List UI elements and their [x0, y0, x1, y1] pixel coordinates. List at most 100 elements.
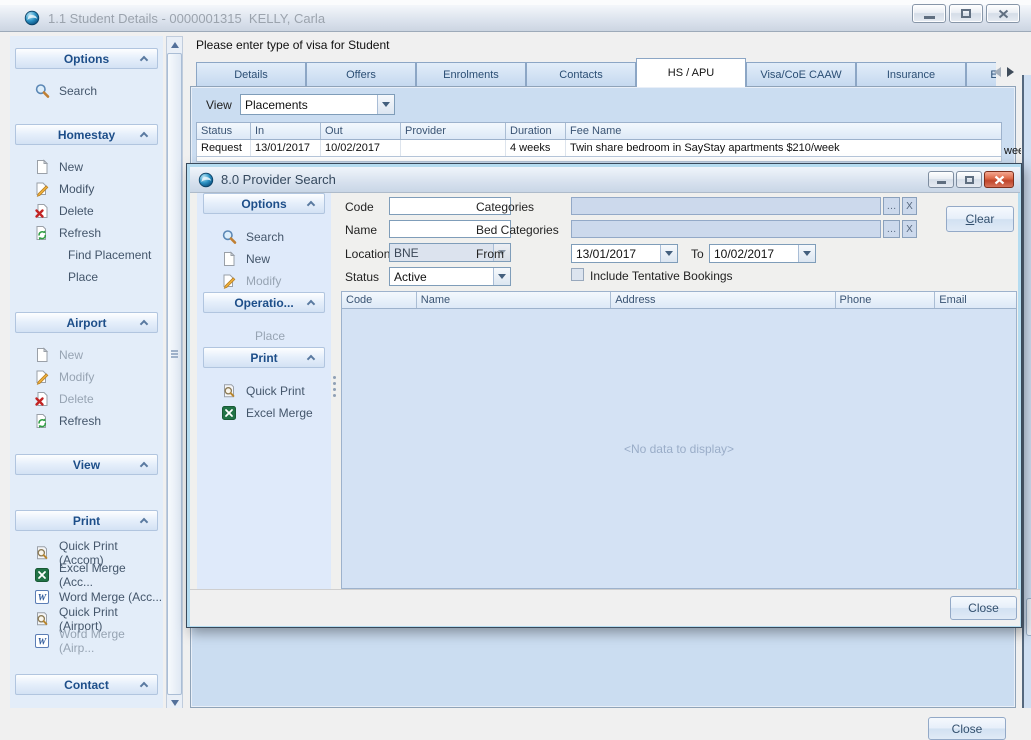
scrollbar-thumb[interactable]	[167, 53, 182, 695]
dialog-minimize-button[interactable]	[928, 171, 954, 188]
close-icon	[994, 175, 1005, 185]
column-header-address[interactable]: Address	[611, 292, 835, 308]
app-icon	[24, 10, 40, 26]
close-icon	[998, 9, 1009, 19]
chevron-down-icon	[665, 251, 673, 256]
section-title: Homestay	[58, 128, 115, 142]
results-grid-header[interactable]: Code Name Address Phone Email	[341, 291, 1017, 309]
sidebar-scrollbar[interactable]	[166, 36, 183, 712]
from-date-picker[interactable]: 13/01/2017	[571, 244, 678, 263]
dialog-item-excel-merge[interactable]: Excel Merge	[197, 402, 331, 424]
dropdown-arrow-button[interactable]	[377, 95, 394, 114]
sidebar-section-contact[interactable]: Contact	[15, 674, 158, 695]
tab-contacts[interactable]: Contacts	[526, 62, 636, 87]
tab-strip: Details Offers Enrolments Contacts HS / …	[196, 58, 996, 87]
dialog-section-operations[interactable]: Operatio...	[203, 292, 325, 313]
main-close-window-button[interactable]	[986, 4, 1020, 23]
dialog-section-print[interactable]: Print	[203, 347, 325, 368]
categories-clear-button[interactable]: X	[902, 197, 917, 215]
column-header-status[interactable]: Status	[197, 123, 251, 139]
dropdown-arrow-button[interactable]	[493, 268, 510, 285]
section-title: Print	[73, 514, 100, 528]
sidebar-item-homestay-delete[interactable]: Delete	[10, 200, 163, 222]
categories-ellipsis-button[interactable]: …	[883, 197, 900, 215]
view-dropdown[interactable]: Placements	[240, 94, 395, 115]
dialog-close-button[interactable]: Close	[950, 596, 1017, 620]
sidebar-section-view[interactable]: View	[15, 454, 158, 475]
dialog-item-modify[interactable]: Modify	[197, 270, 331, 292]
sidebar-item-word-merge-airport[interactable]: W Word Merge (Airp...	[10, 630, 163, 652]
sidebar-item-airport-refresh[interactable]: Refresh	[10, 410, 163, 432]
view-dropdown-value: Placements	[241, 98, 377, 112]
tab-employment[interactable]: Employment	[966, 62, 996, 87]
tab-scroll-right-icon[interactable]	[1007, 67, 1014, 77]
delete-icon	[34, 391, 50, 407]
tab-enrolments[interactable]: Enrolments	[416, 62, 526, 87]
sidebar-section-homestay[interactable]: Homestay	[15, 124, 158, 145]
dialog-title: 8.0 Provider Search	[221, 172, 336, 187]
column-header-phone[interactable]: Phone	[836, 292, 936, 308]
clear-button[interactable]: Clear	[946, 206, 1014, 232]
sidebar-item-search[interactable]: Search	[10, 80, 163, 102]
dialog-item-place[interactable]: Place	[197, 325, 331, 347]
sidebar-section-print[interactable]: Print	[15, 510, 158, 531]
view-label: View	[206, 98, 232, 112]
dialog-close-window-button[interactable]	[984, 171, 1014, 188]
main-maximize-button[interactable]	[949, 4, 983, 23]
dialog-maximize-button[interactable]	[956, 171, 982, 188]
column-header-duration[interactable]: Duration	[506, 123, 566, 139]
column-header-email[interactable]: Email	[935, 292, 1016, 308]
tab-visa-coe-caaw[interactable]: Visa/CoE CAAW	[746, 62, 856, 87]
splitter-handle[interactable]	[333, 376, 336, 379]
column-header-in[interactable]: In	[251, 123, 321, 139]
column-header-name[interactable]: Name	[417, 292, 611, 308]
chevron-up-icon	[140, 132, 148, 140]
column-header-fee-name[interactable]: Fee Name	[566, 123, 1001, 139]
sidebar-item-airport-modify[interactable]: Modify	[10, 366, 163, 388]
sidebar-item-place[interactable]: Place	[10, 266, 163, 288]
sidebar-section-options[interactable]: Options	[15, 48, 158, 69]
sidebar-item-homestay-new[interactable]: New	[10, 156, 163, 178]
sidebar-item-homestay-modify[interactable]: Modify	[10, 178, 163, 200]
delete-icon	[34, 203, 50, 219]
to-date-picker[interactable]: 10/02/2017	[709, 244, 816, 263]
dialog-item-search[interactable]: Search	[197, 226, 331, 248]
sidebar-item-airport-delete[interactable]: Delete	[10, 388, 163, 410]
tab-insurance[interactable]: Insurance	[856, 62, 966, 87]
column-header-provider[interactable]: Provider	[401, 123, 506, 139]
tab-details[interactable]: Details	[196, 62, 306, 87]
categories-field[interactable]	[571, 197, 881, 215]
column-header-out[interactable]: Out	[321, 123, 401, 139]
dropdown-arrow-button[interactable]	[660, 245, 677, 262]
sidebar-item-airport-new[interactable]: New	[10, 344, 163, 366]
section-title: Options	[241, 197, 286, 211]
bed-categories-ellipsis-button[interactable]: …	[883, 220, 900, 238]
dialog-item-new[interactable]: New	[197, 248, 331, 270]
status-dropdown[interactable]: Active	[389, 267, 511, 286]
placements-table: Status In Out Provider Duration Fee Name…	[196, 122, 1002, 157]
bed-categories-field[interactable]	[571, 220, 881, 238]
tab-hs-apu[interactable]: HS / APU	[636, 58, 746, 87]
scroll-up-button[interactable]	[167, 37, 182, 53]
main-close-button[interactable]: Close	[928, 717, 1006, 740]
bed-categories-clear-button[interactable]: X	[902, 220, 917, 238]
cell-in: 13/01/2017	[251, 140, 321, 156]
chevron-down-icon	[382, 102, 390, 107]
dialog-section-options[interactable]: Options	[203, 193, 325, 214]
tab-offers[interactable]: Offers	[306, 62, 416, 87]
placements-table-header[interactable]: Status In Out Provider Duration Fee Name	[196, 122, 1002, 140]
clipped-text-fragment: wee	[1004, 145, 1021, 158]
dialog-titlebar[interactable]: 8.0 Provider Search	[190, 167, 1020, 193]
main-minimize-button[interactable]	[912, 4, 946, 23]
tab-scroll-left-icon[interactable]	[994, 67, 1001, 77]
column-header-code[interactable]: Code	[342, 292, 417, 308]
sidebar-item-find-placement[interactable]: Find Placement	[10, 244, 163, 266]
include-tentative-checkbox[interactable]	[571, 268, 584, 281]
dropdown-arrow-button[interactable]	[798, 245, 815, 262]
sidebar-section-airport[interactable]: Airport	[15, 312, 158, 333]
sidebar-item-excel-merge-accom[interactable]: Excel Merge (Acc...	[10, 564, 163, 586]
clipped-right-panel	[1022, 75, 1031, 740]
table-row[interactable]: Request 13/01/2017 10/02/2017 4 weeks Tw…	[196, 140, 1002, 157]
dialog-item-quick-print[interactable]: Quick Print	[197, 380, 331, 402]
sidebar-item-homestay-refresh[interactable]: Refresh	[10, 222, 163, 244]
